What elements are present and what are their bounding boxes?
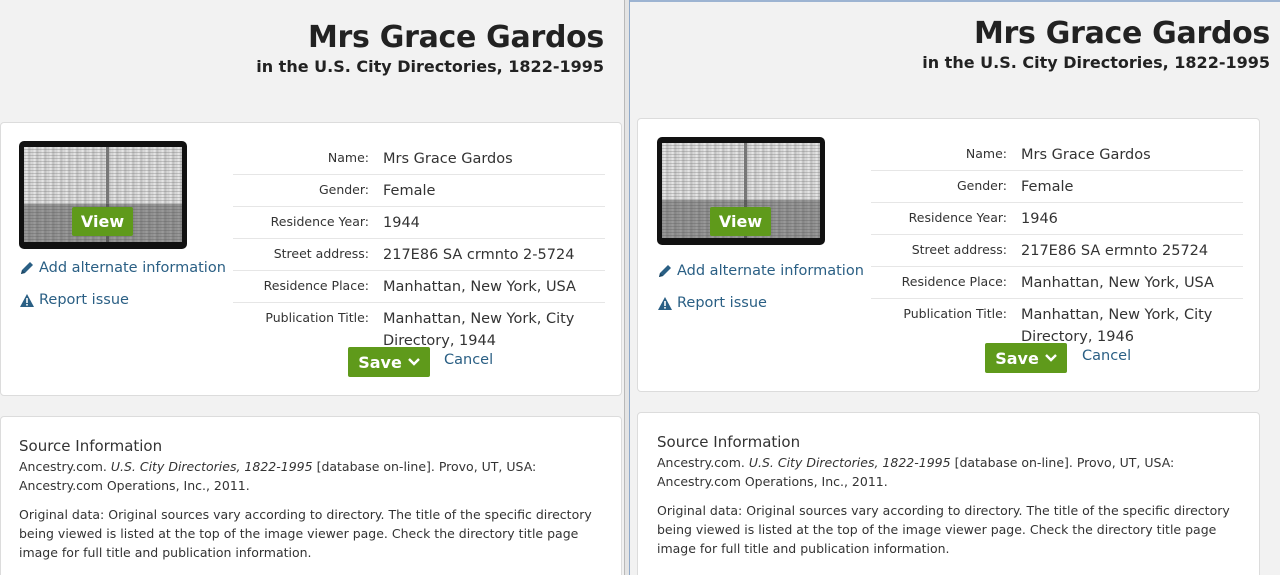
source-database-title: U.S. City Directories, 1822-1995 [748, 455, 951, 470]
source-prefix: Ancestry.com. [657, 455, 745, 470]
fact-value: Manhattan, New York, City Directory, 194… [1021, 307, 1213, 345]
page-subtitle: in the U.S. City Directories, 1822-1995 [922, 53, 1270, 72]
chevron-down-icon [407, 358, 420, 366]
fact-value: Mrs Grace Gardos [1021, 147, 1151, 163]
record-facts-table: Name: Mrs Grace Gardos Gender: Female Re… [233, 143, 605, 356]
fact-label: Name: [327, 150, 369, 165]
record-heading: Mrs Grace Gardos in the U.S. City Direct… [256, 20, 604, 76]
view-button[interactable]: View [710, 207, 771, 236]
fact-label: Publication Title: [265, 310, 369, 325]
fact-label: Residence Year: [908, 210, 1007, 225]
source-information-card: Source Information Ancestry.com. U.S. Ci… [0, 416, 622, 575]
fact-value: Manhattan, New York, City Directory, 194… [383, 311, 575, 349]
fact-row-residence-place: Residence Place: Manhattan, New York, US… [233, 271, 605, 303]
fact-value: Manhattan, New York, USA [1021, 275, 1214, 291]
fact-label: Publication Title: [903, 306, 1007, 321]
source-citation: Ancestry.com. U.S. City Directories, 182… [19, 457, 603, 495]
record-pane-right: Mrs Grace Gardos in the U.S. City Direct… [630, 0, 1280, 575]
fact-value: 1946 [1021, 211, 1058, 227]
fact-value: 217E86 SA crmnto 2-5724 [383, 247, 575, 263]
fact-label: Name: [965, 146, 1007, 161]
view-button[interactable]: View [72, 207, 133, 236]
fact-value: Female [1021, 179, 1074, 195]
fact-label: Residence Place: [901, 274, 1007, 289]
fact-row-residence-year: Residence Year: 1944 [233, 207, 605, 239]
fact-row-name: Name: Mrs Grace Gardos [233, 143, 605, 175]
save-button[interactable]: Save [985, 343, 1067, 373]
fact-row-residence-year: Residence Year: 1946 [871, 203, 1243, 235]
cancel-link[interactable]: Cancel [444, 352, 493, 368]
fact-value: Mrs Grace Gardos [383, 151, 513, 167]
report-issue-label: Report issue [39, 292, 129, 308]
source-original-data: Original data: Original sources vary acc… [19, 507, 592, 560]
record-image-thumbnail[interactable]: View [19, 141, 187, 249]
fact-row-residence-place: Residence Place: Manhattan, New York, US… [871, 267, 1243, 299]
fact-row-gender: Gender: Female [233, 175, 605, 207]
page-subtitle: in the U.S. City Directories, 1822-1995 [256, 57, 604, 76]
report-issue-link[interactable]: Report issue [657, 295, 767, 311]
fact-row-name: Name: Mrs Grace Gardos [871, 139, 1243, 171]
warning-icon [20, 293, 34, 307]
fact-label: Street address: [911, 242, 1007, 257]
source-information-heading: Source Information [657, 433, 801, 451]
fact-value: Manhattan, New York, USA [383, 279, 576, 295]
fact-label: Gender: [318, 182, 369, 197]
source-original-data: Original data: Original sources vary acc… [657, 503, 1230, 556]
fact-label: Residence Year: [270, 214, 369, 229]
add-alternate-information-label: Add alternate information [677, 263, 864, 279]
source-citation: Ancestry.com. U.S. City Directories, 182… [657, 453, 1240, 491]
fact-row-street-address: Street address: 217E86 SA ermnto 25724 [871, 235, 1243, 267]
pencil-icon [659, 265, 671, 277]
record-image-thumbnail[interactable]: View [657, 137, 825, 245]
chevron-down-icon [1044, 354, 1057, 362]
save-button[interactable]: Save [348, 347, 430, 377]
cancel-link[interactable]: Cancel [1082, 348, 1131, 364]
fact-value: Female [383, 183, 436, 199]
report-issue-link[interactable]: Report issue [19, 292, 129, 308]
page-title: Mrs Grace Gardos [308, 20, 604, 55]
fact-row-street-address: Street address: 217E86 SA crmnto 2-5724 [233, 239, 605, 271]
source-information-card: Source Information Ancestry.com. U.S. Ci… [637, 412, 1260, 575]
fact-label: Gender: [956, 178, 1007, 193]
add-alternate-information-label: Add alternate information [39, 260, 226, 276]
record-card: View Add alternate information Report is… [637, 118, 1260, 392]
pencil-icon [21, 262, 33, 274]
fact-row-gender: Gender: Female [871, 171, 1243, 203]
record-heading: Mrs Grace Gardos in the U.S. City Direct… [922, 16, 1270, 72]
report-issue-label: Report issue [677, 295, 767, 311]
fact-value: 217E86 SA ermnto 25724 [1021, 243, 1209, 259]
fact-label: Residence Place: [263, 278, 369, 293]
record-card: View Add alternate information Report is… [0, 122, 622, 396]
add-alternate-information-link[interactable]: Add alternate information [657, 263, 864, 279]
page-title: Mrs Grace Gardos [974, 16, 1270, 51]
fact-value: 1944 [383, 215, 420, 231]
save-button-label: Save [358, 352, 402, 372]
add-alternate-information-link[interactable]: Add alternate information [19, 260, 226, 276]
source-database-title: U.S. City Directories, 1822-1995 [110, 459, 313, 474]
record-facts-table: Name: Mrs Grace Gardos Gender: Female Re… [871, 139, 1243, 352]
source-prefix: Ancestry.com. [19, 459, 107, 474]
fact-label: Street address: [273, 246, 369, 261]
warning-icon [658, 296, 672, 310]
source-information-heading: Source Information [19, 437, 163, 455]
save-button-label: Save [995, 348, 1039, 368]
record-pane-left: Mrs Grace Gardos in the U.S. City Direct… [0, 0, 624, 575]
window-frame-top [630, 0, 1280, 2]
